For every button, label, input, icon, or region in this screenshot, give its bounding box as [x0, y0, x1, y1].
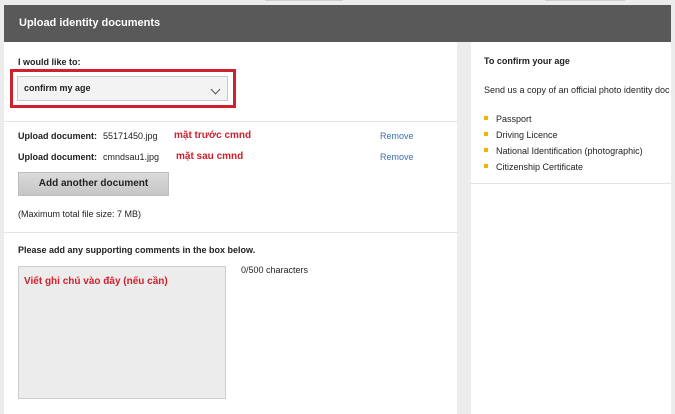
document-type: Passport	[496, 114, 532, 124]
list-item: National Identification (photographic)	[484, 143, 643, 159]
requirements-title: To confirm your age	[484, 56, 570, 66]
upload-label: Upload document:	[18, 152, 97, 162]
intent-select[interactable]: confirm my age	[17, 76, 228, 101]
upload-filename: cmndsau1.jpg	[103, 152, 160, 162]
list-item: Driving Licence	[484, 127, 643, 143]
page-title: Upload identity documents	[19, 17, 161, 29]
tab-indicator-line	[545, 0, 625, 1]
requirements-description: Send us a copy of an official photo iden…	[484, 85, 670, 95]
comments-textarea[interactable]: Viết ghi chú vào đây (nếu cần)	[18, 266, 226, 399]
comments-annotation: Viết ghi chú vào đây (nếu cần)	[24, 276, 168, 287]
tab-indicator-line	[265, 0, 343, 1]
section-divider	[4, 121, 457, 122]
remove-link[interactable]: Remove	[380, 152, 414, 162]
char-counter: 0/500 characters	[241, 265, 309, 275]
document-type: Driving Licence	[496, 130, 558, 140]
intent-select-value: confirm my age	[24, 83, 91, 93]
bullet-icon	[484, 164, 488, 168]
upload-label: Upload document:	[18, 131, 97, 141]
document-type: National Identification (photographic)	[496, 146, 643, 156]
section-divider	[4, 232, 457, 233]
bullet-icon	[484, 116, 488, 120]
add-document-button[interactable]: Add another document	[18, 172, 169, 196]
accepted-documents-list: Passport Driving Licence National Identi…	[484, 111, 643, 175]
upload-filename: 55171450.jpg	[103, 131, 158, 141]
page-header: Upload identity documents	[4, 5, 671, 42]
bullet-icon	[484, 132, 488, 136]
comments-label: Please add any supporting comments in th…	[18, 245, 256, 255]
list-item: Passport	[484, 111, 643, 127]
remove-link[interactable]: Remove	[380, 131, 414, 141]
bullet-icon	[484, 148, 488, 152]
intent-label: I would like to:	[18, 57, 81, 67]
upload-annotation: mặt sau cmnd	[176, 151, 244, 162]
upload-annotation: mặt trước cmnd	[174, 130, 252, 141]
chevron-down-icon	[210, 84, 221, 95]
max-size-note: (Maximum total file size: 7 MB)	[18, 209, 142, 219]
requirements-panel	[471, 42, 671, 414]
highlight-box: confirm my age	[10, 69, 236, 108]
section-divider	[471, 183, 671, 184]
document-type: Citizenship Certificate	[496, 162, 584, 172]
list-item: Citizenship Certificate	[484, 159, 643, 175]
